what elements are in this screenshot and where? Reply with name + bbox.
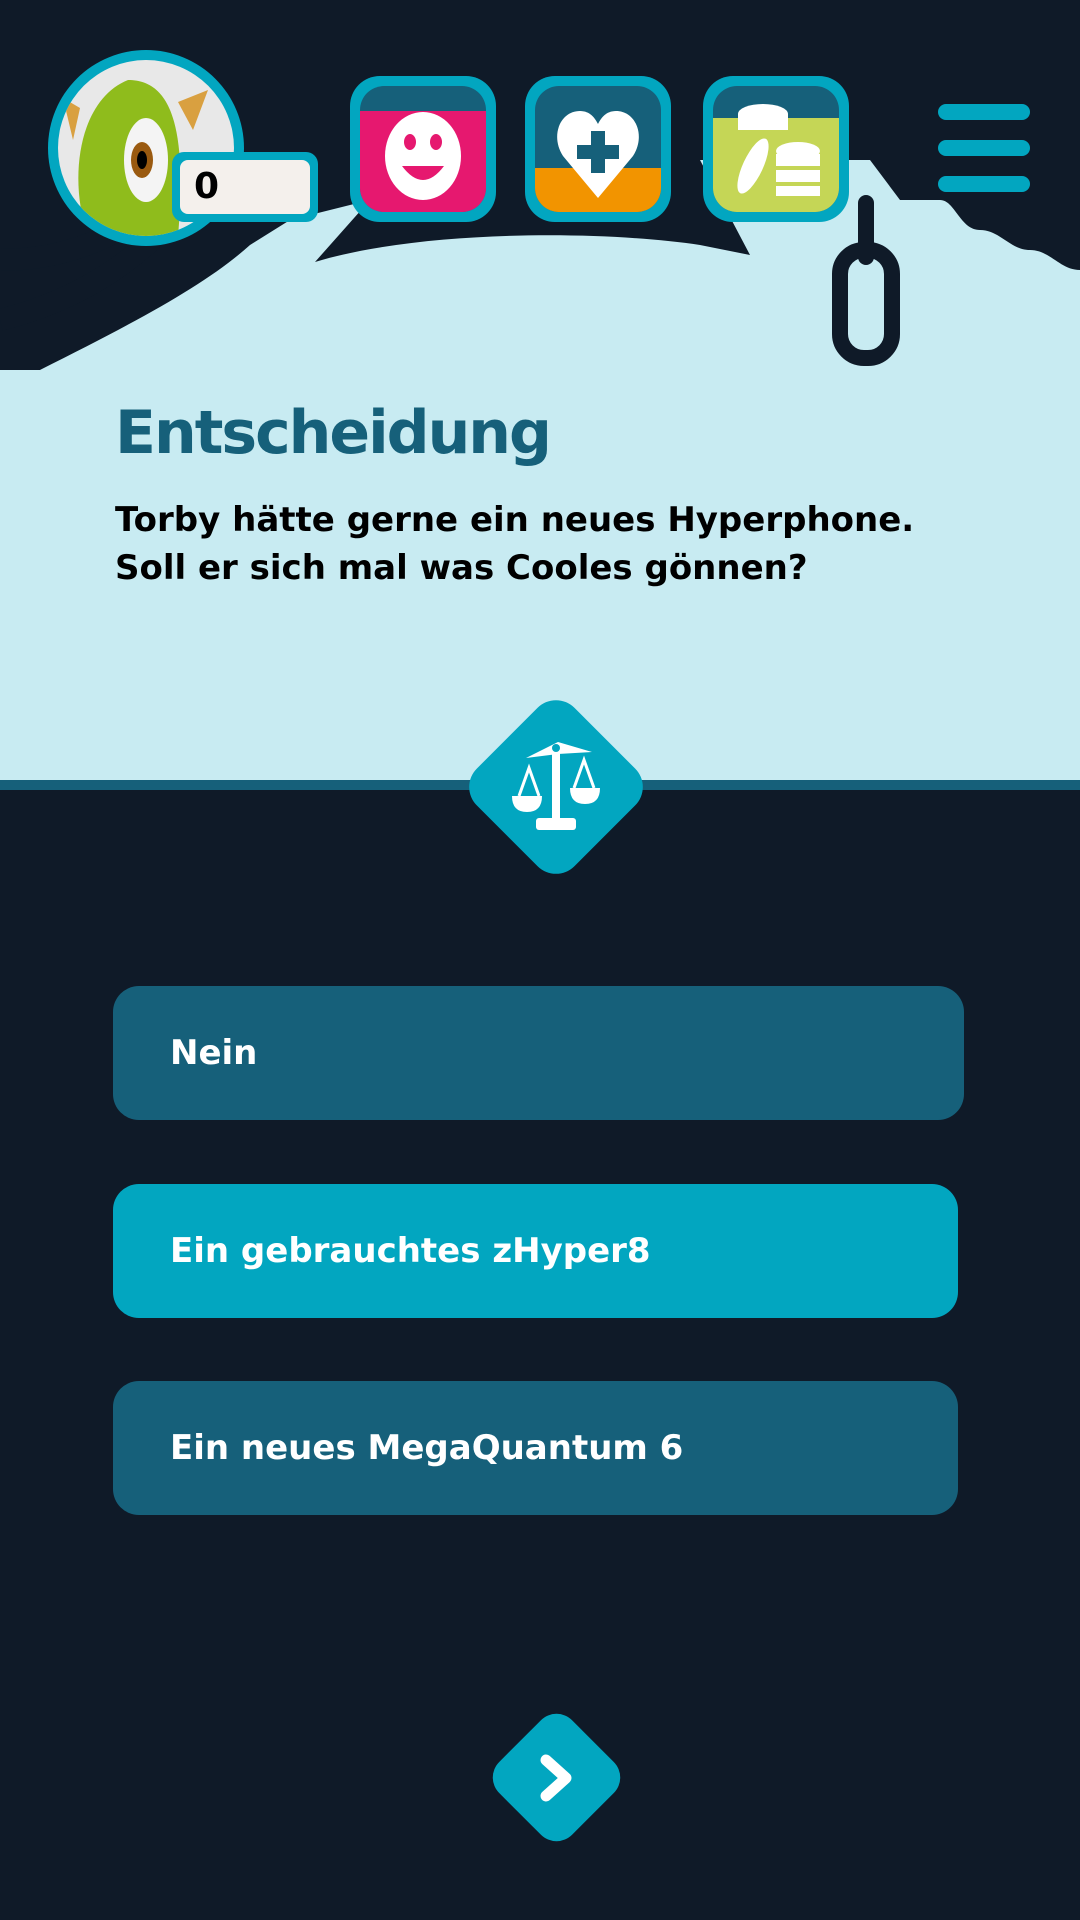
happiness-stat[interactable]	[350, 76, 496, 222]
question-text: Torby hätte gerne ein neues Hyperphone. …	[115, 500, 915, 588]
score-box: 0	[172, 152, 318, 222]
scales-icon	[512, 742, 600, 830]
answer-option-used-zhyper8[interactable]: Ein gebrauchtes zHyper8	[113, 1184, 958, 1318]
page-title: Entscheidung	[115, 398, 552, 468]
money-stat[interactable]	[703, 76, 849, 222]
coins-icon	[737, 104, 820, 196]
heart-plus-icon	[557, 111, 639, 198]
score-value: 0	[180, 160, 310, 214]
smiley-icon	[385, 112, 461, 200]
chevron-right-icon	[540, 1754, 572, 1802]
health-stat[interactable]	[525, 76, 671, 222]
hamburger-menu-icon[interactable]	[938, 104, 1030, 192]
answer-option-new-megaquantum6[interactable]: Ein neues MegaQuantum 6	[113, 1381, 958, 1515]
answer-option-nein[interactable]: Nein	[113, 986, 964, 1120]
